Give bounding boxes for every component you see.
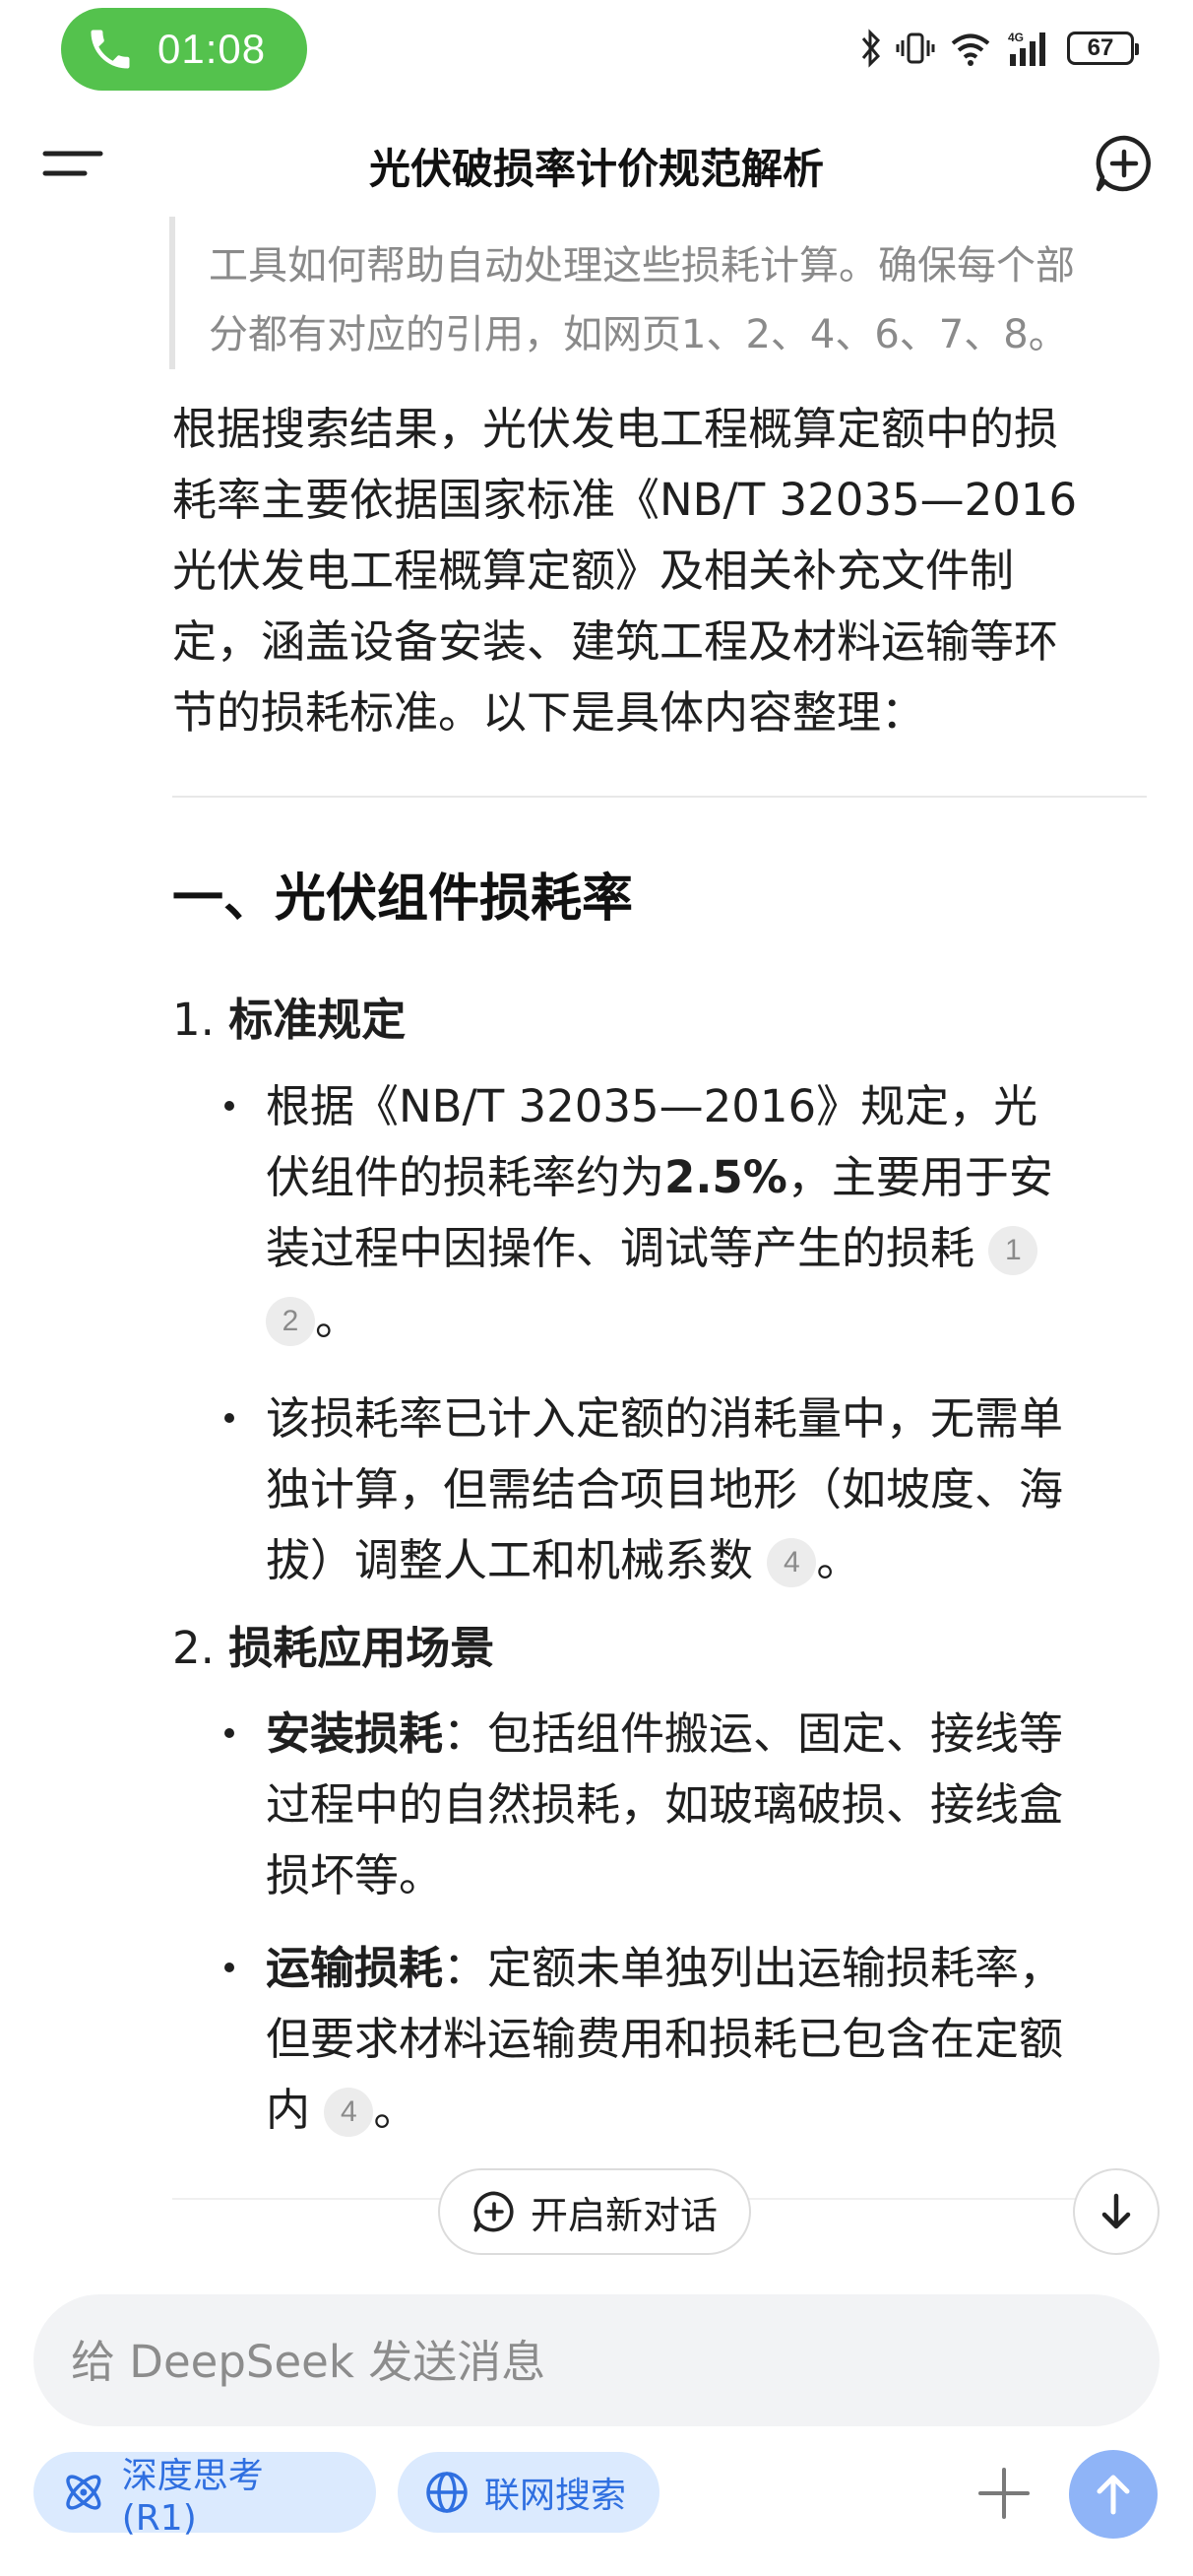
new-chat-icon[interactable] (1093, 132, 1156, 195)
citation-badge[interactable]: 4 (767, 1538, 817, 1587)
intro-line: 定，涵盖设备安装、建筑工程及材料运输等环 (172, 615, 1059, 668)
bullet-dot (224, 1101, 234, 1111)
intro-line: 节的损耗标准。以下是具体内容整理： (172, 686, 926, 739)
citation-badge[interactable]: 2 (266, 1297, 315, 1346)
thinking-quote: 内工因素，无需电价、内线的动作，最后提到软件 工具如何帮助自动处理这些损耗计算。… (169, 217, 1183, 369)
app-header: 光伏破损率计价规范解析 (0, 108, 1193, 217)
network-type-label: 4G (1008, 31, 1024, 44)
arrow-up-icon (1097, 2475, 1130, 2515)
battery-indicator: 67 (1067, 32, 1139, 65)
new-chat-button[interactable]: 开启新对话 (438, 2168, 751, 2255)
arrow-down-icon (1101, 2193, 1131, 2229)
message-input[interactable] (69, 2294, 1116, 2428)
atom-icon (66, 2475, 101, 2510)
new-chat-icon (473, 2191, 514, 2232)
citation-badge[interactable]: 4 (324, 2088, 374, 2137)
bluetooth-icon (861, 29, 881, 68)
quote-partial-line: 内工因素，无需电价、内线的动作，最后提到软件 (209, 217, 1183, 231)
section-divider (172, 796, 1147, 798)
list-number: 1. (172, 994, 215, 1046)
status-icons: 4G 67 (860, 24, 1139, 73)
send-button[interactable] (1069, 2450, 1158, 2539)
call-time: 01:08 (157, 26, 267, 72)
answer-intro: 根据搜索结果，光伏发电工程概算定额中的损 耗率主要依据国家标准《NB/T 320… (172, 394, 1157, 748)
new-chat-label: 开启新对话 (530, 2193, 718, 2237)
wifi-icon (951, 33, 990, 66)
bullet-item: 运输损耗：定额未单独列出运输损耗率， 但要求材料运输费用和损耗已包含在定额 内 … (224, 1933, 1150, 2146)
status-bar: 01:08 4G 67 (0, 0, 1193, 98)
quote-line: 工具如何帮助自动处理这些损耗计算。确保每个部 (209, 243, 1075, 289)
citation-badge[interactable]: 1 (988, 1226, 1038, 1275)
ongoing-call-pill[interactable]: 01:08 (61, 8, 307, 91)
list-label: 标准规定 (228, 994, 407, 1046)
bullet-dot (224, 1963, 234, 1972)
bullet-item: 该损耗率已计入定额的消耗量中，无需单 独计算，但需结合项目地形（如坡度、海 拔）… (224, 1384, 1150, 1596)
section-title: 一、光伏组件损耗率 (172, 869, 634, 929)
list-number: 2. (172, 1622, 215, 1674)
scroll-to-bottom-button[interactable] (1073, 2168, 1160, 2255)
battery-level: 67 (1087, 34, 1114, 61)
chat-content[interactable]: 内工因素，无需电价、内线的动作，最后提到软件 工具如何帮助自动处理这些损耗计算。… (0, 217, 1193, 2176)
bullet-item: 安装损耗：包括组件搬运、固定、接线等 过程中的自然损耗，如玻璃破损、接线盒 损坏… (224, 1699, 1150, 1911)
emphasis-value: 2.5% (664, 1151, 787, 1203)
phone-icon (91, 30, 130, 69)
cellular-signal-icon: 4G (1008, 31, 1045, 66)
intro-line: 光伏发电工程概算定额》及相关补充文件制 (172, 545, 1015, 597)
intro-line: 根据搜索结果，光伏发电工程概算定额中的损 (172, 403, 1059, 455)
bullet-item: 根据《NB/T 32035—2016》规定，光 伏组件的损耗率约为2.5%，主要… (224, 1071, 1150, 1355)
intro-line: 耗率主要依据国家标准《NB/T 32035—2016 (172, 474, 1078, 526)
bullet-dot (224, 1728, 234, 1738)
message-input-box[interactable] (33, 2294, 1160, 2428)
web-search-toggle[interactable]: 联网搜索 (398, 2452, 659, 2533)
bullet-dot (224, 1413, 234, 1423)
deep-think-toggle[interactable]: 深度思考 (R1) (33, 2452, 376, 2539)
vibrate-icon (896, 32, 935, 64)
quote-line: 分都有对应的引用，如网页1、2、4、6、7、8。 (209, 312, 1068, 357)
globe-icon (426, 2472, 468, 2513)
list-label: 损耗应用场景 (228, 1622, 495, 1674)
deep-think-label: 深度思考 (R1) (121, 2455, 264, 2539)
web-search-label: 联网搜索 (484, 2476, 627, 2516)
plus-icon[interactable] (973, 2462, 1036, 2525)
page-title: 光伏破损率计价规范解析 (368, 145, 824, 193)
list-item-1: 1. 标准规定 (172, 985, 406, 1056)
list-item-2: 2. 损耗应用场景 (172, 1613, 494, 1684)
